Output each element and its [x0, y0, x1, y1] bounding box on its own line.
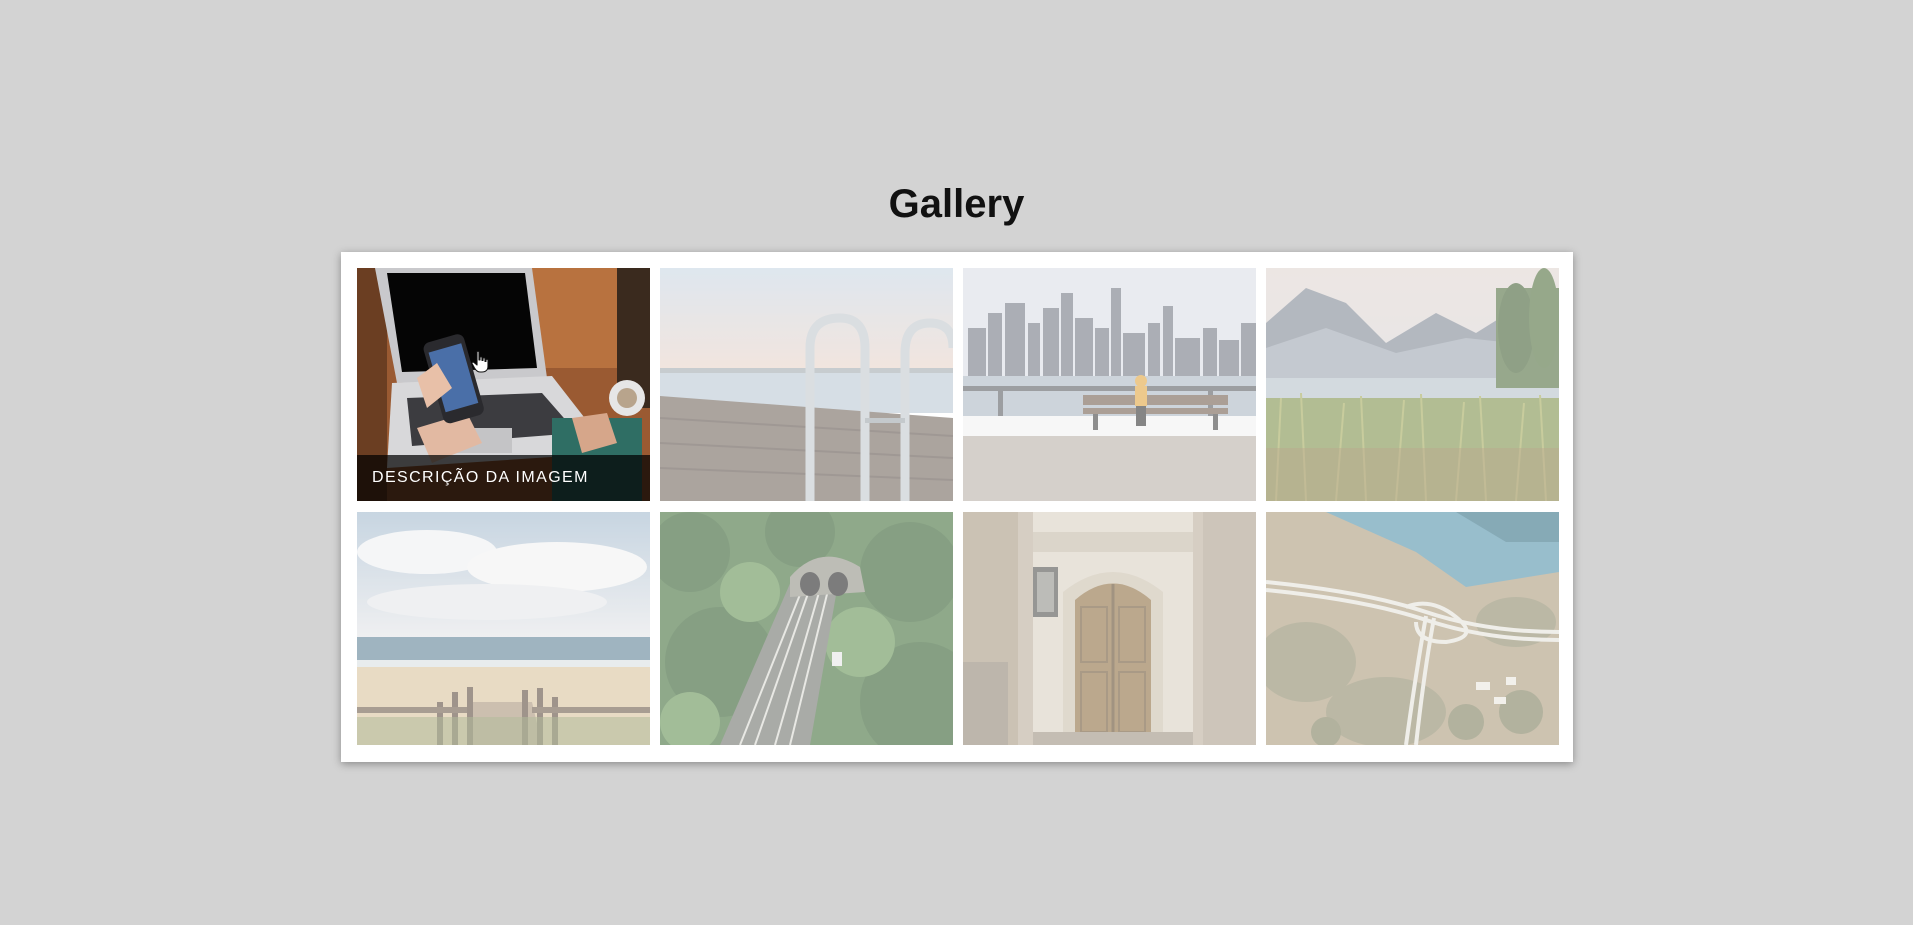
page-title: Gallery	[888, 182, 1025, 226]
gallery-item-laptop-phone[interactable]: DESCRIÇÃO DA IMAGEM	[357, 268, 650, 501]
aerial-highway-coast-photo-icon	[1266, 512, 1559, 745]
gallery-item-city[interactable]	[963, 268, 1256, 501]
pier-ladder-photo-icon	[660, 268, 953, 501]
gallery-item-lake[interactable]	[1266, 268, 1559, 501]
gallery-grid: DESCRIÇÃO DA IMAGEM	[341, 252, 1573, 762]
forest-railway-tunnel-photo-icon	[660, 512, 953, 745]
gallery-item-aerial-highway[interactable]	[1266, 512, 1559, 745]
gallery-item-forest-tunnel[interactable]	[660, 512, 953, 745]
gallery-item-door[interactable]	[963, 512, 1256, 745]
gallery-item-pier[interactable]	[660, 268, 953, 501]
image-caption: DESCRIÇÃO DA IMAGEM	[357, 455, 650, 501]
lake-mountains-reeds-photo-icon	[1266, 268, 1559, 501]
gallery-item-beach[interactable]	[357, 512, 650, 745]
page: Gallery DESCRIÇÃO DA IMAGEM	[0, 0, 1913, 925]
wooden-door-photo-icon	[963, 512, 1256, 745]
beach-boardwalk-photo-icon	[357, 512, 650, 745]
city-skyline-bench-photo-icon	[963, 268, 1256, 501]
